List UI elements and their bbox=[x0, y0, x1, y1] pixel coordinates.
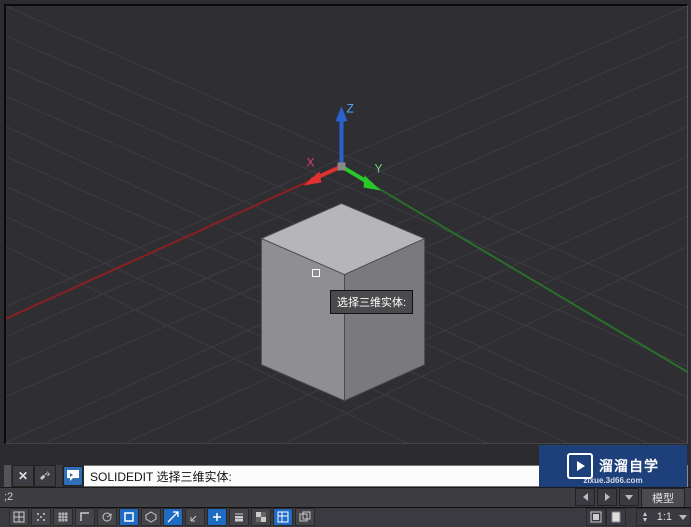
axis-x-label: X bbox=[306, 155, 314, 169]
cmd-prompt-icon[interactable] bbox=[63, 466, 83, 486]
prompt-tooltip: 选择三维实体: bbox=[330, 290, 413, 314]
paper-space-button[interactable] bbox=[606, 508, 626, 526]
osnap3d-toggle[interactable] bbox=[141, 508, 161, 526]
cmd-close-button[interactable]: ✕ bbox=[12, 465, 34, 487]
quick-properties-toggle[interactable] bbox=[273, 508, 293, 526]
coord-fragment: ;2 bbox=[0, 491, 17, 503]
watermark-url: zixue.3d66.com bbox=[539, 476, 687, 485]
otrack-toggle[interactable] bbox=[163, 508, 183, 526]
selection-cycling-toggle[interactable] bbox=[295, 508, 315, 526]
layout-prev-button[interactable] bbox=[575, 488, 595, 506]
layout-tab-row: ;2 模型 bbox=[0, 487, 691, 507]
viewport-3d[interactable]: X Y Z 选择三维实体: bbox=[4, 4, 688, 444]
snap-toggle[interactable] bbox=[9, 508, 29, 526]
cursor-pickbox bbox=[312, 269, 320, 277]
grid-display-toggle[interactable] bbox=[53, 508, 73, 526]
grid-snap-toggle[interactable] bbox=[31, 508, 51, 526]
layout-next-button[interactable] bbox=[597, 488, 617, 506]
layout-menu-button[interactable] bbox=[619, 488, 639, 506]
axis-z-label: Z bbox=[347, 101, 354, 115]
chevron-down-icon bbox=[679, 515, 687, 520]
dyn-input-toggle[interactable] bbox=[207, 508, 227, 526]
transparency-toggle[interactable] bbox=[251, 508, 271, 526]
model-space-button[interactable] bbox=[586, 508, 606, 526]
cmd-wrench-button[interactable] bbox=[34, 465, 56, 487]
ducs-toggle[interactable] bbox=[185, 508, 205, 526]
tab-model[interactable]: 模型 bbox=[641, 488, 685, 507]
scene-svg: X Y Z bbox=[6, 6, 687, 443]
status-bar: 1:1 bbox=[0, 507, 691, 527]
annotation-scale-button[interactable]: 1:1 bbox=[636, 508, 691, 526]
polar-toggle[interactable] bbox=[97, 508, 117, 526]
watermark-badge: 溜溜自学 zixue.3d66.com bbox=[539, 445, 687, 487]
lineweight-toggle[interactable] bbox=[229, 508, 249, 526]
watermark-text: 溜溜自学 bbox=[599, 456, 659, 476]
cmd-drag-handle[interactable] bbox=[4, 465, 12, 487]
ortho-toggle[interactable] bbox=[75, 508, 95, 526]
axis-y-label: Y bbox=[375, 161, 383, 175]
scale-label: 1:1 bbox=[653, 511, 676, 523]
osnap-toggle[interactable] bbox=[119, 508, 139, 526]
